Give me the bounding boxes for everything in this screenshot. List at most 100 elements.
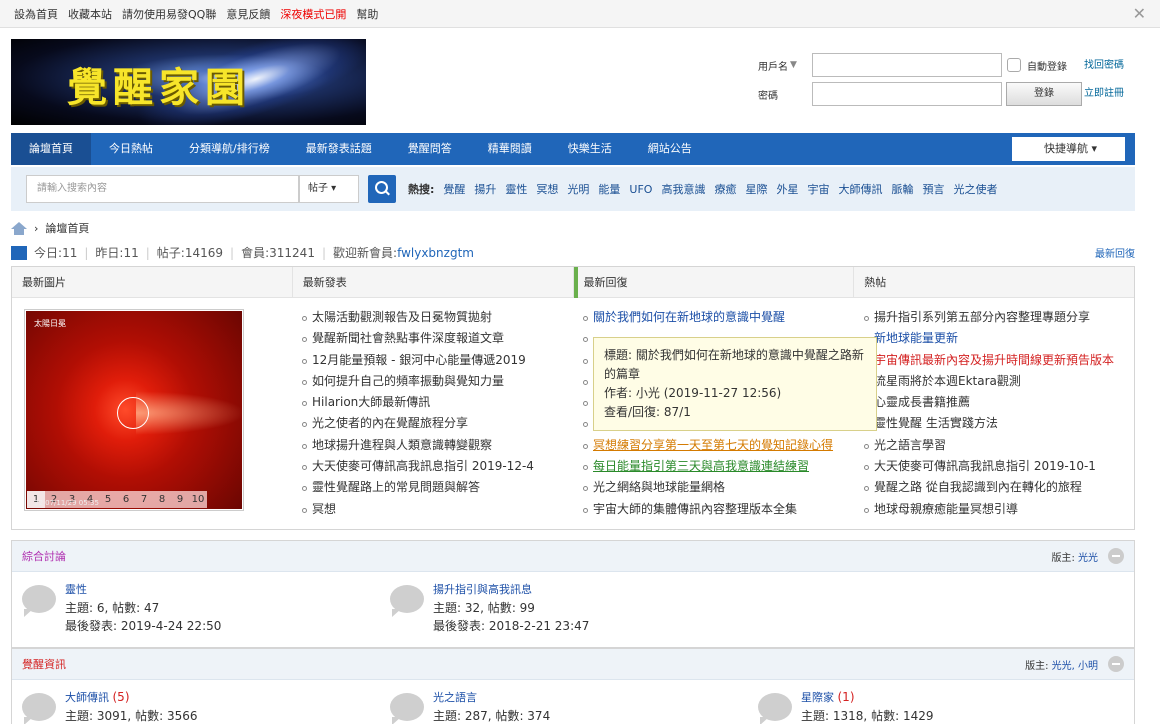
chevron-right-icon: › — [34, 221, 39, 235]
help-link[interactable]: 幫助 — [356, 6, 378, 22]
collapse-icon[interactable] — [1108, 656, 1124, 672]
hot-keyword[interactable]: 預言 — [922, 181, 944, 197]
list-item[interactable]: 新地球能量更新 — [864, 328, 1126, 349]
register-link[interactable]: 立即註冊 — [1084, 84, 1138, 99]
section-title[interactable]: 綜合討論 — [22, 548, 66, 564]
hot-keyword[interactable]: 覺醒 — [443, 181, 465, 197]
site-logo[interactable]: 覺醒家園 — [11, 39, 366, 125]
hot-keyword[interactable]: 光明 — [567, 181, 589, 197]
pager-item[interactable]: 10 — [189, 491, 207, 508]
tab-hot[interactable]: 熱帖 — [854, 267, 1134, 298]
search-button[interactable] — [368, 175, 396, 203]
tab-latest-posts[interactable]: 最新發表 — [293, 267, 574, 298]
breadcrumb-current[interactable]: 論壇首頁 — [45, 220, 89, 236]
password-input[interactable] — [812, 82, 1002, 106]
moderator-link[interactable]: 光光, 小明 — [1052, 661, 1098, 672]
pager-item[interactable]: 5 — [99, 491, 117, 508]
tab-latest-images[interactable]: 最新圖片 — [12, 267, 293, 298]
forum-name[interactable]: 靈性 — [65, 583, 87, 596]
list-item[interactable]: 宇宙傳訊最新內容及揚升時間線更新預告版本 — [864, 350, 1126, 371]
collapse-icon[interactable] — [1108, 548, 1124, 564]
hot-keyword[interactable]: 大師傳訊 — [838, 181, 882, 197]
list-item[interactable]: 地球母親療癒能量冥想引導 — [864, 499, 1126, 520]
remember-checkbox[interactable] — [1007, 58, 1021, 72]
list-item[interactable]: 冥想 — [302, 499, 572, 520]
hot-keyword[interactable]: 高我意識 — [661, 181, 705, 197]
nav-item-digest[interactable]: 精華閱讀 — [470, 133, 550, 165]
list-item[interactable]: 大天使麥可傳訊高我訊息指引 2019-12-4 — [302, 456, 572, 477]
pager-item[interactable]: 6 — [117, 491, 135, 508]
moderator-link[interactable]: 光光 — [1078, 553, 1098, 564]
hot-keyword[interactable]: 冥想 — [536, 181, 558, 197]
pager-item[interactable]: 9 — [171, 491, 189, 508]
list-item[interactable]: 光之使者的內在覺醒旅程分享 — [302, 413, 572, 434]
topics-label: 主題 — [433, 709, 458, 723]
latest-replies-link[interactable]: 最新回復 — [1095, 245, 1135, 260]
hot-keyword[interactable]: 脈輪 — [891, 181, 913, 197]
hot-keyword[interactable]: 星際 — [745, 181, 767, 197]
hot-keyword[interactable]: 光之使者 — [953, 181, 997, 197]
list-item[interactable]: 覺醒新聞社會熱點事件深度報道文章 — [302, 328, 572, 349]
nav-item-latest[interactable]: 最新發表話題 — [288, 133, 390, 165]
list-item[interactable]: 冥想練習分享第一天至第七天的覺知記錄心得 — [583, 435, 841, 456]
feedback-link[interactable]: 意見反饋 — [226, 6, 270, 22]
list-item[interactable]: 每日能量指引第三天與高我意識連結練習 — [583, 456, 841, 477]
list-item[interactable]: 靈性覺醒路上的常見問題與解答 — [302, 477, 572, 498]
close-icon[interactable]: ✕ — [1133, 4, 1146, 23]
hot-keyword[interactable]: 外星 — [776, 181, 798, 197]
tab-latest-replies[interactable]: 最新回復 — [573, 267, 855, 298]
search-input[interactable]: 請輸入搜索內容 — [26, 175, 299, 203]
logo-title: 覺醒家園 — [67, 64, 251, 111]
list-item[interactable]: 流星雨將於本週Ektara觀測 — [864, 371, 1126, 392]
list-item[interactable]: 大天使麥可傳訊高我訊息指引 2019-10-1 — [864, 456, 1126, 477]
quick-nav-dropdown[interactable]: 快捷導航 ▾ — [1011, 137, 1125, 161]
hot-keyword[interactable]: 宇宙 — [807, 181, 829, 197]
forum-name[interactable]: 光之語言 — [433, 691, 477, 704]
pager-item[interactable]: 7 — [135, 491, 153, 508]
chevron-down-icon[interactable]: ▼ — [790, 60, 800, 70]
home-icon[interactable] — [11, 221, 27, 235]
nav-item-qa[interactable]: 覺醒問答 — [390, 133, 470, 165]
hot-keyword[interactable]: 揚升 — [474, 181, 496, 197]
password-label: 密碼 — [758, 90, 778, 102]
list-item[interactable]: 12月能量預報 - 銀河中心能量傳遞2019 — [302, 350, 572, 371]
list-item[interactable]: 靈性覺醒 生活實踐方法 — [864, 413, 1126, 434]
list-item[interactable]: 揚升指引系列第五部分內容整理專題分享 — [864, 307, 1126, 328]
newest-member-link[interactable]: fwlyxbnzgtm — [397, 246, 474, 260]
night-mode-link[interactable]: 深夜模式已開 — [280, 6, 346, 22]
list-item[interactable]: 太陽活動觀測報告及日冕物質拋射 — [302, 307, 572, 328]
search-type-select[interactable]: 帖子 ▾ — [299, 175, 359, 203]
list-item[interactable]: 地球揚升進程與人類意識轉變觀察 — [302, 435, 572, 456]
pager-item[interactable]: 8 — [153, 491, 171, 508]
username-input[interactable] — [812, 53, 1002, 77]
bookmark-link[interactable]: 收藏本站 — [68, 6, 112, 22]
list-item[interactable]: 覺醒之路 從自我認識到內在轉化的旅程 — [864, 477, 1126, 498]
nav-item-hot[interactable]: 今日熱帖 — [91, 133, 171, 165]
forum-name[interactable]: 大師傳訊 — [65, 691, 109, 704]
list-item[interactable]: 光之網絡與地球能量網格 — [583, 477, 841, 498]
forum-name[interactable]: 星際家 — [801, 691, 834, 704]
nav-item-life[interactable]: 快樂生活 — [550, 133, 630, 165]
topic-count: 1318 — [832, 709, 864, 723]
hot-keyword[interactable]: 療癒 — [714, 181, 736, 197]
list-item[interactable]: 宇宙大師的集體傳訊內容整理版本全集 — [583, 499, 841, 520]
hot-keyword[interactable]: 能量 — [598, 181, 620, 197]
forgot-password-link[interactable]: 找回密碼 — [1084, 56, 1138, 71]
qq-notice-link[interactable]: 請勿使用易發QQ聯 — [122, 6, 216, 22]
list-item[interactable]: 心靈成長書籍推薦 — [864, 392, 1126, 413]
list-item[interactable]: 光之語言學習 — [864, 435, 1126, 456]
image-slider[interactable]: 太陽日冕 1 2 3 4 5 6 7 8 9 10 22 07/11/29 05… — [24, 309, 246, 511]
hot-keyword[interactable]: UFO — [629, 183, 652, 196]
forum-name[interactable]: 揚升指引與高我訊息 — [433, 583, 532, 596]
list-item[interactable]: 關於我們如何在新地球的意識中覺醒 — [583, 307, 841, 328]
set-homepage-link[interactable]: 設為首頁 — [14, 6, 58, 22]
nav-item-announce[interactable]: 網站公告 — [630, 133, 710, 165]
list-item[interactable]: Hilarion大師最新傳訊 — [302, 392, 572, 413]
slider-image[interactable]: 太陽日冕 1 2 3 4 5 6 7 8 9 10 22 07/11/29 05… — [26, 311, 246, 509]
nav-item-categories[interactable]: 分類導航/排行榜 — [171, 133, 288, 165]
login-button[interactable]: 登錄 — [1006, 82, 1082, 106]
list-item[interactable]: 如何提升自己的頻率振動與覺知力量 — [302, 371, 572, 392]
nav-item-home[interactable]: 論壇首頁 — [11, 133, 91, 165]
section-title[interactable]: 覺醒資訊 — [22, 656, 66, 672]
hot-keyword[interactable]: 靈性 — [505, 181, 527, 197]
